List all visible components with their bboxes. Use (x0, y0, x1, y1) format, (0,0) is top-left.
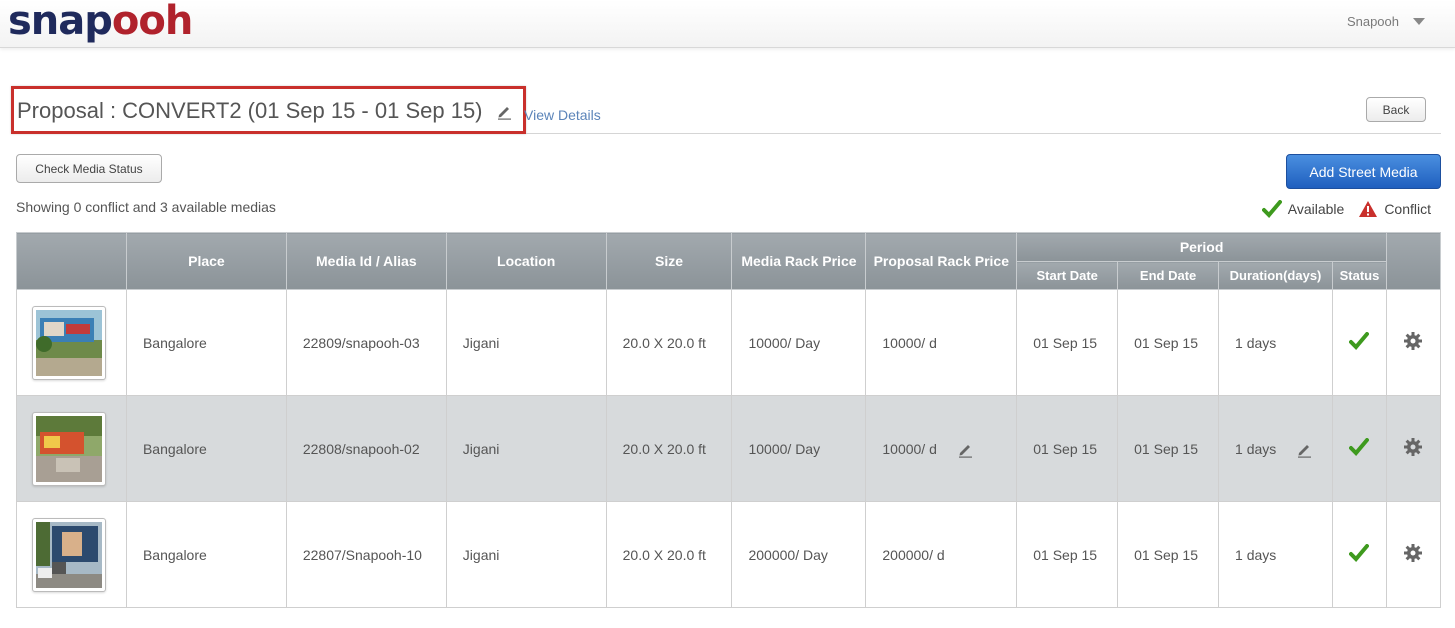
location-cell: Jigani (445, 289, 607, 396)
snapooh-logo[interactable]: snapooh (8, 0, 193, 45)
table-row: Bangalore 22807/Snapooh-10 Jigani 20.0 X… (16, 501, 1442, 608)
media-thumbnail[interactable] (32, 305, 106, 380)
media-id-cell: 22808/snapooh-02 (285, 395, 447, 502)
user-menu[interactable]: Snapooh (1347, 14, 1425, 29)
start-date-cell: 01 Sep 15 (1016, 395, 1119, 502)
size-cell: 20.0 X 20.0 ft (605, 501, 733, 608)
legend-available: Available (1261, 200, 1344, 218)
header-status: Status (1332, 261, 1387, 290)
chevron-down-icon (1413, 18, 1425, 25)
media-thumbnail[interactable] (32, 517, 106, 592)
divider (526, 133, 1441, 134)
edit-price-icon[interactable] (957, 442, 973, 458)
duration-cell: 1 days (1218, 501, 1333, 608)
start-date-cell: 01 Sep 15 (1016, 289, 1119, 396)
proposal-rack-price-cell: 10000/ d (865, 395, 1018, 502)
media-id-cell: 22809/snapooh-03 (285, 289, 447, 396)
status-cell (1332, 289, 1387, 396)
edit-pencil-icon[interactable] (496, 104, 512, 120)
header-size[interactable]: Size (605, 232, 733, 290)
header-location[interactable]: Location (445, 232, 607, 290)
actions-cell (1385, 501, 1442, 608)
media-rack-price-cell: 10000/ Day (731, 395, 867, 502)
table-row: Bangalore 22809/snapooh-03 Jigani 20.0 X… (16, 289, 1442, 396)
end-date-cell: 01 Sep 15 (1117, 501, 1220, 608)
actions-cell (1385, 395, 1442, 502)
proposal-rack-price-cell: 10000/ d (865, 289, 1018, 396)
media-rack-price-cell: 200000/ Day (731, 501, 867, 608)
status-cell (1332, 501, 1387, 608)
media-id-cell: 22807/Snapooh-10 (285, 501, 447, 608)
header-end-date[interactable]: End Date (1117, 261, 1220, 290)
header-place[interactable]: Place (125, 232, 287, 290)
duration-cell: 1 days (1218, 395, 1333, 502)
place-cell: Bangalore (125, 289, 287, 396)
header-proposal-rack-price[interactable]: Proposal Rack Price (865, 232, 1018, 290)
header-period: Period (1016, 232, 1387, 262)
top-bar: snapooh Snapooh (0, 0, 1455, 48)
page-title: Proposal : CONVERT2 (01 Sep 15 - 01 Sep … (17, 98, 483, 123)
duration-cell: 1 days (1218, 289, 1333, 396)
proposal-rack-price-cell: 200000/ d (865, 501, 1018, 608)
add-street-media-button[interactable]: Add Street Media (1286, 154, 1441, 189)
gear-icon[interactable] (1403, 543, 1423, 563)
gear-icon[interactable] (1403, 437, 1423, 457)
header-start-date[interactable]: Start Date (1016, 261, 1119, 290)
size-cell: 20.0 X 20.0 ft (605, 395, 733, 502)
actions-cell (1385, 289, 1442, 396)
check-icon (1349, 332, 1370, 350)
place-cell: Bangalore (125, 395, 287, 502)
size-cell: 20.0 X 20.0 ft (605, 289, 733, 396)
end-date-cell: 01 Sep 15 (1117, 395, 1220, 502)
table-row: Bangalore 22808/snapooh-02 Jigani 20.0 X… (16, 395, 1442, 502)
back-button[interactable]: Back (1366, 97, 1426, 122)
legend-conflict: Conflict (1358, 200, 1431, 218)
location-cell: Jigani (445, 501, 607, 608)
summary-text: Showing 0 conflict and 3 available media… (16, 199, 276, 215)
media-table: Place Media Id / Alias Location Size Med… (16, 232, 1442, 608)
status-cell (1332, 395, 1387, 502)
header-media-id[interactable]: Media Id / Alias (285, 232, 447, 290)
check-icon (1261, 200, 1282, 218)
header-thumbnail (16, 232, 127, 290)
check-media-status-button[interactable]: Check Media Status (16, 154, 162, 183)
edit-duration-icon[interactable] (1296, 442, 1312, 458)
place-cell: Bangalore (125, 501, 287, 608)
check-icon (1349, 544, 1370, 562)
start-date-cell: 01 Sep 15 (1016, 501, 1119, 608)
header-duration[interactable]: Duration(days) (1218, 261, 1333, 290)
media-rack-price-cell: 10000/ Day (731, 289, 867, 396)
gear-icon[interactable] (1403, 331, 1423, 351)
header-media-rack-price[interactable]: Media Rack Price (731, 232, 867, 290)
end-date-cell: 01 Sep 15 (1117, 289, 1220, 396)
warning-icon (1359, 201, 1378, 217)
user-name: Snapooh (1346, 14, 1399, 29)
header-actions (1385, 232, 1442, 290)
status-legend: Available Conflict (1248, 200, 1431, 218)
location-cell: Jigani (445, 395, 607, 502)
media-thumbnail[interactable] (32, 411, 106, 486)
check-icon (1349, 438, 1370, 456)
view-details-link[interactable]: View Details (524, 107, 601, 123)
